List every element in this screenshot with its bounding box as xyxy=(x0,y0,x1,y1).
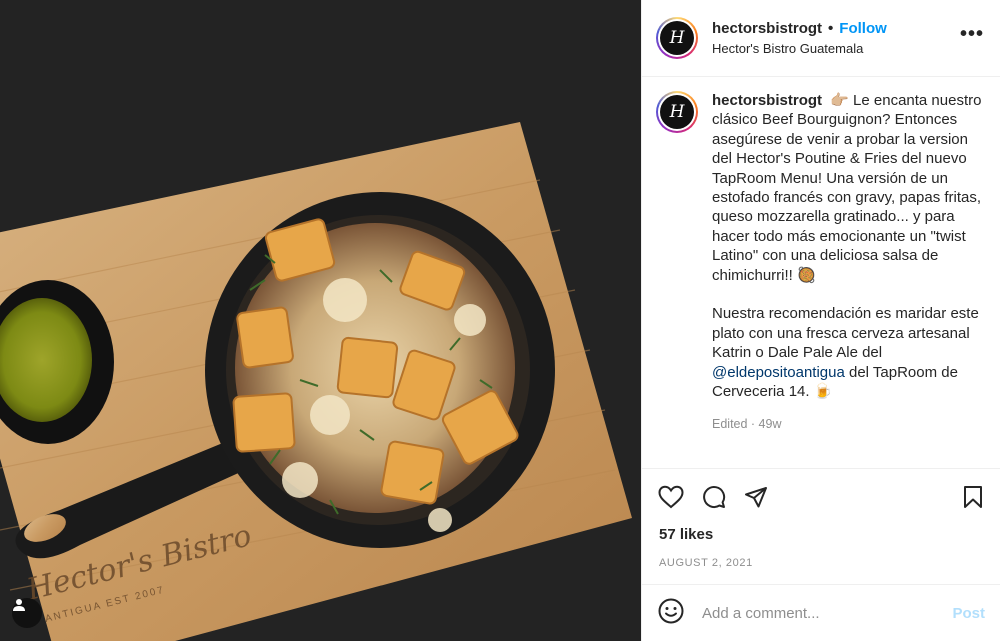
emoji-button[interactable] xyxy=(658,598,684,629)
post-comment-button[interactable]: Post xyxy=(952,605,985,622)
user-tag-button[interactable] xyxy=(12,598,42,628)
heart-icon xyxy=(658,485,684,509)
food-photo: Hector's Bistro ANTIGUA EST 2007 xyxy=(0,0,641,641)
share-button[interactable] xyxy=(744,485,768,509)
header-username[interactable]: hectorsbistrogt xyxy=(712,20,822,37)
more-options-button[interactable]: ••• xyxy=(960,23,984,54)
caption-username[interactable]: hectorsbistrogt xyxy=(712,92,822,109)
caption-avatar[interactable]: H xyxy=(656,91,698,133)
caption-paragraph-2-start: Nuestra recomendación es maridar este pl… xyxy=(712,305,979,362)
post-header: H hectorsbistrogt • Follow Hector's Bist… xyxy=(642,0,1000,77)
bookmark-icon xyxy=(964,486,982,508)
separator-dot: • xyxy=(828,20,834,37)
edited-timestamp: Edited · 49w xyxy=(712,417,782,432)
likes-count[interactable]: 57 likes xyxy=(642,526,1000,543)
comment-input[interactable] xyxy=(702,604,953,622)
caption-text: hectorsbistrogt 👉🏼 Le encanta nuestro cl… xyxy=(712,91,984,468)
avatar-monogram: H xyxy=(660,95,694,129)
caption-section: H hectorsbistrogt 👉🏼 Le encanta nuestro … xyxy=(642,77,1000,469)
post-image[interactable]: Hector's Bistro ANTIGUA EST 2007 xyxy=(0,0,641,641)
save-button[interactable] xyxy=(962,485,984,509)
smiley-icon xyxy=(658,598,684,623)
comment-bar: Post xyxy=(642,584,1000,641)
user-tag-icon xyxy=(13,599,25,611)
post-side-panel: H hectorsbistrogt • Follow Hector's Bist… xyxy=(641,0,1000,641)
caption-paragraph-1: 👉🏼 Le encanta nuestro clásico Beef Bourg… xyxy=(712,92,982,284)
paper-plane-icon xyxy=(745,487,767,508)
comment-bubble-icon xyxy=(703,486,726,508)
post-date[interactable]: AUGUST 2, 2021 xyxy=(642,557,1000,569)
profile-avatar[interactable]: H xyxy=(656,17,698,59)
location-link[interactable]: Hector's Bistro Guatemala xyxy=(712,41,960,56)
mention-link[interactable]: @eldepositoantigua xyxy=(712,364,845,381)
comment-button[interactable] xyxy=(702,485,726,509)
ellipsis-icon: ••• xyxy=(959,22,984,45)
action-bar xyxy=(642,469,1000,525)
avatar-monogram: H xyxy=(660,21,694,55)
like-button[interactable] xyxy=(658,485,684,509)
follow-button[interactable]: Follow xyxy=(839,20,887,37)
